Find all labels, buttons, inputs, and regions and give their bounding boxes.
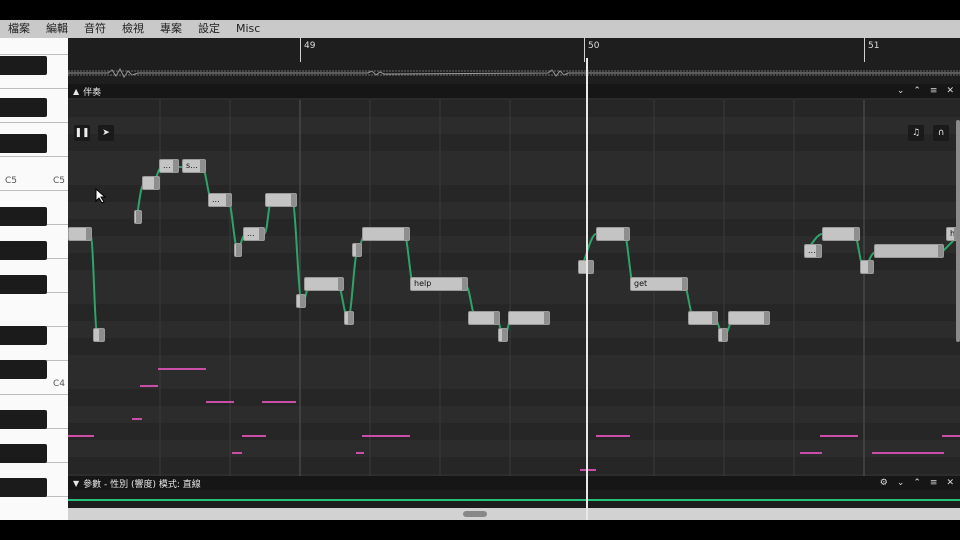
vocal-note[interactable] [352, 243, 362, 257]
vocal-note[interactable] [874, 244, 944, 258]
close-icon[interactable]: ✕ [946, 86, 954, 96]
menu-edit[interactable]: 編輯 [38, 20, 76, 38]
bar-number-51: 51 [868, 41, 880, 51]
bar-marker [864, 38, 865, 62]
collapse-triangle-icon[interactable]: ▲ [73, 87, 79, 96]
vocal-note[interactable] [596, 227, 630, 241]
vocal-note[interactable] [508, 311, 550, 325]
black-key[interactable] [0, 207, 47, 226]
vocal-note[interactable] [304, 277, 344, 291]
vocal-note[interactable] [142, 176, 160, 190]
white-key-divider [0, 190, 68, 191]
black-key[interactable] [0, 360, 47, 379]
vocal-note[interactable] [860, 260, 874, 274]
menu-settings[interactable]: 設定 [190, 20, 228, 38]
parameter-panel-header[interactable]: ▼ 參數 - 性別 (響度) 模式: 直線 ⚙ ⌄ ⌃ ≡ ✕ [68, 476, 960, 490]
vocal-note[interactable] [728, 311, 770, 325]
vocal-note[interactable] [296, 294, 306, 308]
piano-keyboard[interactable]: C5 C5 C4 [0, 38, 68, 520]
vocal-note[interactable] [68, 227, 92, 241]
parameter-editor[interactable] [68, 490, 960, 508]
vocal-note-get[interactable]: get [630, 277, 688, 291]
vocal-note[interactable]: ... [243, 227, 265, 241]
chevron-down-icon[interactable]: ⌄ [897, 478, 905, 488]
black-key[interactable] [0, 478, 47, 497]
menu-project[interactable]: 專案 [152, 20, 190, 38]
parameter-panel-title: 參數 - 性別 (響度) 模式: 直線 [83, 479, 201, 490]
vertical-scrollbar[interactable] [956, 120, 960, 342]
white-key-divider [0, 156, 68, 157]
menu-file[interactable]: 檔案 [0, 20, 38, 38]
horizontal-scrollbar[interactable] [68, 508, 960, 520]
bar-marker [300, 38, 301, 62]
bar-marker [584, 38, 585, 62]
white-key-divider [0, 394, 68, 395]
vocal-note[interactable] [93, 328, 105, 342]
key-label-c5-right: C5 [53, 176, 66, 186]
maximize-icon[interactable]: ≡ [930, 86, 938, 96]
parameter-line [68, 499, 960, 501]
vocal-note[interactable] [688, 311, 718, 325]
maximize-icon[interactable]: ≡ [930, 478, 938, 488]
black-key[interactable] [0, 241, 47, 260]
vocal-note[interactable] [822, 227, 860, 241]
vocal-note[interactable] [265, 193, 297, 207]
menu-notes[interactable]: 音符 [76, 20, 114, 38]
playhead[interactable] [586, 58, 588, 520]
black-key[interactable] [0, 56, 47, 75]
key-label-c5: C5 [5, 176, 18, 186]
mouse-cursor-icon [95, 188, 107, 204]
vocal-note[interactable] [468, 311, 500, 325]
black-key[interactable] [0, 98, 47, 117]
vocal-note-help[interactable]: help [410, 277, 468, 291]
vocal-note[interactable] [134, 210, 142, 224]
accompaniment-panel-header[interactable]: ▲ 伴奏 ⌄ ⌃ ≡ ✕ [68, 84, 960, 98]
vocal-note[interactable]: ... [159, 159, 179, 173]
key-label-c4: C4 [53, 379, 66, 389]
vocal-note[interactable] [234, 243, 242, 257]
vocal-note[interactable]: ... [208, 193, 232, 207]
vocal-note[interactable]: ... [804, 244, 822, 258]
close-icon[interactable]: ✕ [946, 478, 954, 488]
menubar: 檔案 編輯 音符 檢視 專案 設定 Misc [0, 20, 960, 38]
audio-waveform [68, 67, 960, 78]
chevron-up-icon[interactable]: ⌃ [913, 86, 921, 96]
piano-roll-grid[interactable]: ❚❚ ➤ ♫ ∩ ... s... ... ... help get ... h [68, 100, 960, 493]
piano-roll-app: 檔案 編輯 音符 檢視 專案 設定 Misc C5 C5 C4 49 50 51… [0, 20, 960, 520]
white-key-divider [0, 122, 68, 123]
black-key[interactable] [0, 444, 47, 463]
chevron-up-icon[interactable]: ⌃ [913, 478, 921, 488]
vocal-note[interactable] [718, 328, 728, 342]
black-key[interactable] [0, 275, 47, 294]
panel-title: 伴奏 [83, 87, 102, 98]
chevron-down-icon[interactable]: ⌄ [897, 86, 905, 96]
vocal-note[interactable] [498, 328, 508, 342]
collapse-triangle-icon[interactable]: ▼ [73, 479, 79, 488]
settings-icon[interactable]: ⚙ [880, 478, 888, 488]
bar-number-50: 50 [588, 41, 600, 51]
black-key[interactable] [0, 326, 47, 345]
vocal-note[interactable] [362, 227, 410, 241]
bar-number-49: 49 [304, 41, 316, 51]
black-key[interactable] [0, 134, 47, 153]
scroll-thumb[interactable] [463, 511, 487, 517]
menu-view[interactable]: 檢視 [114, 20, 152, 38]
white-key-divider [0, 88, 68, 89]
black-key[interactable] [0, 410, 47, 429]
vocal-note[interactable]: s... [182, 159, 206, 173]
vocal-note[interactable] [344, 311, 354, 325]
timeline-ruler[interactable]: 49 50 51 [68, 38, 960, 84]
white-key-divider [0, 54, 68, 55]
menu-misc[interactable]: Misc [228, 20, 268, 38]
